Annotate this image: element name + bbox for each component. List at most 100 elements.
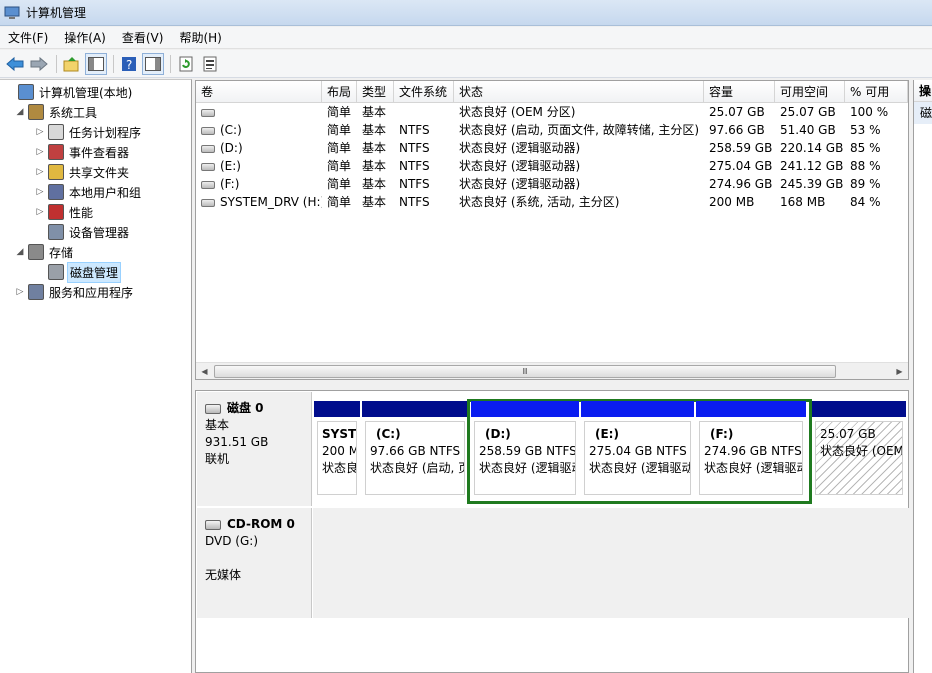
expand-toggle-icon[interactable]: ▷ xyxy=(34,127,46,137)
up-button[interactable] xyxy=(61,53,83,75)
table-cell-text: 基本 xyxy=(362,195,387,209)
menu-bar: 文件(F) 操作(A) 查看(V) 帮助(H) xyxy=(0,27,932,49)
table-cell: 200 MB xyxy=(704,193,775,211)
scroll-thumb[interactable]: Ⅲ xyxy=(214,365,836,378)
tree-item[interactable]: 设备管理器 xyxy=(34,222,131,242)
table-cell: NTFS xyxy=(394,157,454,175)
partition-status: 状态良好 (系统, 活动, 主分区) xyxy=(322,461,357,475)
partition-name: (F:) xyxy=(710,427,734,441)
table-row[interactable]: 简单基本 状态良好 (OEM 分区) 25.07 GB 25.07 GB 100 % 否 xyxy=(196,103,908,121)
scroll-left-arrow-icon[interactable]: ◀ xyxy=(196,363,213,379)
expand-toggle-icon[interactable]: ◢ xyxy=(14,247,26,257)
action-disk-management[interactable]: 磁盘管理 xyxy=(914,102,932,124)
partition-oem[interactable]: 25.07 GB 状态良好 (OEM 分区) xyxy=(812,401,906,499)
cdrom0-media-area xyxy=(313,508,909,618)
tree-item[interactable]: ▷ 共享文件夹 xyxy=(34,162,131,182)
disk0-label[interactable]: 磁盘 0 基本 931.51 GB 联机 xyxy=(197,392,312,506)
column-header[interactable]: 文件系统 xyxy=(394,81,454,103)
table-cell-text: 100 % xyxy=(850,105,889,119)
partition-c[interactable]: (C:) 97.66 GB NTFS 状态良好 (启动, 页面文件, 故障转储,… xyxy=(362,401,468,499)
table-cell: (D:) xyxy=(196,139,322,157)
table-cell: NTFS xyxy=(394,139,454,157)
table-row[interactable]: SYSTEM_DRV (H:) 简单 基本 NTFS 状态良好 (系统, 活动, 主分区… xyxy=(196,193,909,211)
table-row[interactable]: (D:) 简单 基本 NTFS 状态良好 (逻辑驱动器) 258.59 GB 220.14 … xyxy=(196,139,908,157)
tree-item[interactable]: ◢ 系统工具 xyxy=(14,102,99,122)
computer-management-icon xyxy=(4,6,20,19)
column-header[interactable]: 布局 xyxy=(322,81,357,103)
table-row[interactable]: (C:) 简单 基本 NTFS 状态良好 (启动, 页面文件, 故障转储, 主分区) 97… xyxy=(196,121,908,139)
svg-text:?: ? xyxy=(126,58,132,72)
tree-item-label: 本地用户和组 xyxy=(69,185,142,200)
back-button[interactable] xyxy=(4,53,26,75)
table-cell-text: 状态良好 (逻辑驱动器) xyxy=(459,159,581,173)
table-cell-text: (E:) xyxy=(220,159,241,173)
partition-band xyxy=(314,401,360,417)
forward-button[interactable] xyxy=(28,53,50,75)
expand-toggle-icon[interactable]: ▷ xyxy=(34,147,46,157)
expand-toggle-icon[interactable]: ▷ xyxy=(34,187,46,197)
column-header[interactable]: 状态 xyxy=(454,81,704,103)
table-cell: 84 % xyxy=(845,193,908,211)
cdrom0-media: 无媒体 xyxy=(205,568,242,582)
table-cell: 25.07 GB xyxy=(775,103,845,121)
expand-toggle-icon[interactable]: ▷ xyxy=(34,167,46,177)
performance-icon xyxy=(48,204,64,220)
expand-toggle-icon[interactable]: ▷ xyxy=(34,207,46,217)
show-action-pane-button[interactable] xyxy=(142,52,164,75)
table-row[interactable]: (E:) 简单 基本 NTFS 状态良好 (逻辑驱动器) 275.04 GB 241.12 … xyxy=(196,157,908,175)
column-header[interactable]: % 可用 xyxy=(845,81,908,103)
expand-toggle-icon[interactable]: ◢ xyxy=(14,107,26,117)
column-header[interactable]: 类型 xyxy=(357,81,394,103)
clock-icon xyxy=(48,124,64,140)
table-row[interactable]: (F:) 简单 基本 NTFS 状态良好 (逻辑驱动器) 274.96 GB 245.39 … xyxy=(196,175,908,193)
menu-action[interactable]: 操作(A) xyxy=(56,28,114,48)
horizontal-scrollbar[interactable]: ◀ Ⅲ ▶ xyxy=(196,362,908,379)
column-header[interactable]: 卷 xyxy=(196,81,322,103)
table-cell: 简单 xyxy=(322,103,357,121)
volume-icon xyxy=(201,108,215,117)
table-cell-text: 状态良好 (逻辑驱动器) xyxy=(459,177,581,191)
refresh-button[interactable] xyxy=(175,53,197,75)
table-cell: 基本 xyxy=(357,139,394,157)
column-header[interactable]: 容量 xyxy=(704,81,775,103)
tree-item[interactable]: ▷ 本地用户和组 xyxy=(34,182,143,202)
tree-item-label: 服务和应用程序 xyxy=(49,285,134,300)
menu-help[interactable]: 帮助(H) xyxy=(171,28,229,48)
partition-system-drv[interactable]: SYSTEM_DRV 200 MB NTFS 状态良好 (系统, 活动, 主分区… xyxy=(314,401,360,499)
table-cell-text: 258.59 GB xyxy=(709,141,773,155)
table-cell: 简单 xyxy=(322,157,357,175)
table-cell-text: 状态良好 (系统, 活动, 主分区) xyxy=(459,195,620,209)
help-button[interactable]: ? xyxy=(118,53,140,75)
scroll-right-arrow-icon[interactable]: ▶ xyxy=(891,363,908,379)
table-cell: 53 % xyxy=(845,121,908,139)
show-tree-button[interactable] xyxy=(85,52,107,75)
tree-item[interactable]: ▷ 事件查看器 xyxy=(34,142,131,162)
cdrom0-label[interactable]: CD-ROM 0 DVD (G:) 无媒体 xyxy=(197,508,312,618)
tree-item-label: 存储 xyxy=(49,245,74,260)
table-cell: 否 xyxy=(908,193,909,211)
tree-item[interactable]: ▷ 服务和应用程序 xyxy=(14,282,135,302)
menu-view[interactable]: 查看(V) xyxy=(114,28,172,48)
tree-item[interactable]: 计算机管理(本地) xyxy=(4,82,134,102)
column-header[interactable]: 可用空间 xyxy=(775,81,845,103)
menu-file[interactable]: 文件(F) xyxy=(0,28,56,48)
tree-item[interactable]: ◢ 存储 xyxy=(14,242,75,262)
tree-item[interactable]: 磁盘管理 xyxy=(34,261,122,283)
table-cell-text: 基本 xyxy=(362,141,387,155)
disk0-name: 磁盘 0 xyxy=(227,401,264,415)
partition-size: 97.66 GB NTFS xyxy=(370,444,461,458)
table-cell-text: (D:) xyxy=(220,141,243,155)
column-header[interactable]: 容 xyxy=(908,81,909,103)
table-cell-text: 简单 xyxy=(327,105,352,119)
partition-f[interactable]: (F:) 274.96 GB NTFS 状态良好 (逻辑驱动器) xyxy=(696,401,806,499)
expand-toggle-icon[interactable]: ▷ xyxy=(14,287,26,297)
partition-status: 状态良好 (逻辑驱动器) xyxy=(479,461,575,475)
properties-button[interactable] xyxy=(199,53,221,75)
partition-e[interactable]: (E:) 275.04 GB NTFS 状态良好 (逻辑驱动器) xyxy=(581,401,694,499)
table-cell-text: 53 % xyxy=(850,123,881,137)
tree-item[interactable]: ▷ 任务计划程序 xyxy=(34,122,143,142)
tree-item[interactable]: ▷ 性能 xyxy=(34,202,95,222)
table-cell-text: NTFS xyxy=(399,195,430,209)
table-cell-text: 168 MB xyxy=(780,195,826,209)
partition-d[interactable]: (D:) 258.59 GB NTFS 状态良好 (逻辑驱动器) xyxy=(471,401,579,499)
